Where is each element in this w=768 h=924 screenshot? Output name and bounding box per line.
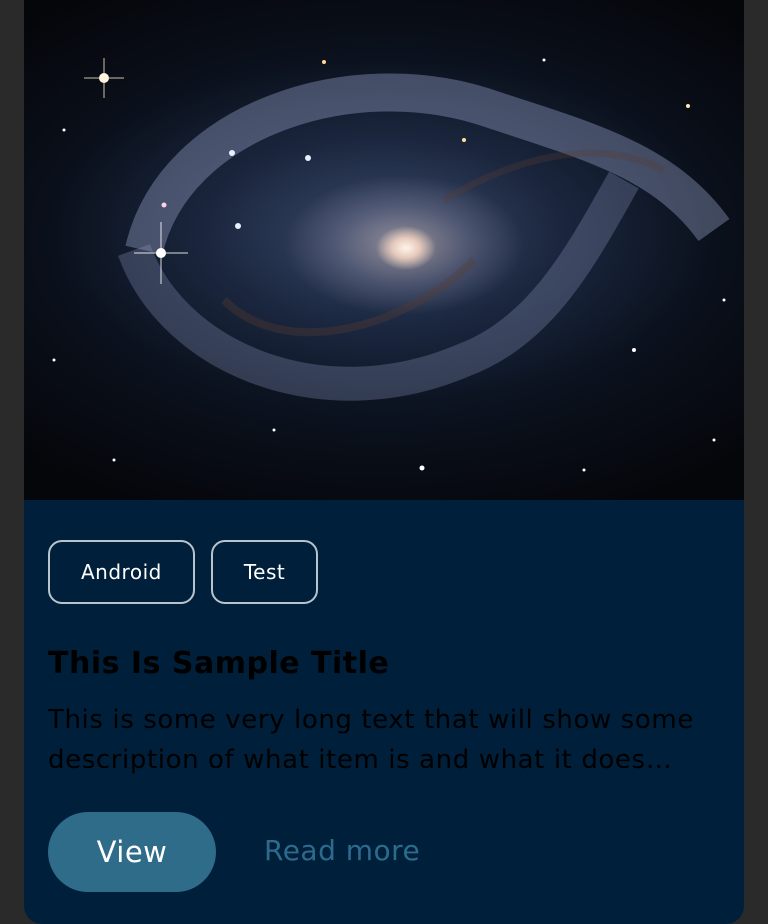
galaxy-image — [24, 0, 744, 500]
tag-list: Android Test — [48, 540, 319, 604]
galaxy-stars — [52, 58, 730, 472]
view-button[interactable]: View — [48, 812, 216, 892]
content-card: Android Test This Is Sample Title This i… — [24, 0, 744, 924]
tag-test[interactable]: Test — [210, 540, 319, 604]
tag-android[interactable]: Android — [48, 540, 195, 604]
read-more-link[interactable]: Read more — [264, 834, 420, 867]
card-title: This Is Sample Title — [48, 646, 390, 681]
card-description: This is some very long text that will sh… — [48, 705, 694, 775]
